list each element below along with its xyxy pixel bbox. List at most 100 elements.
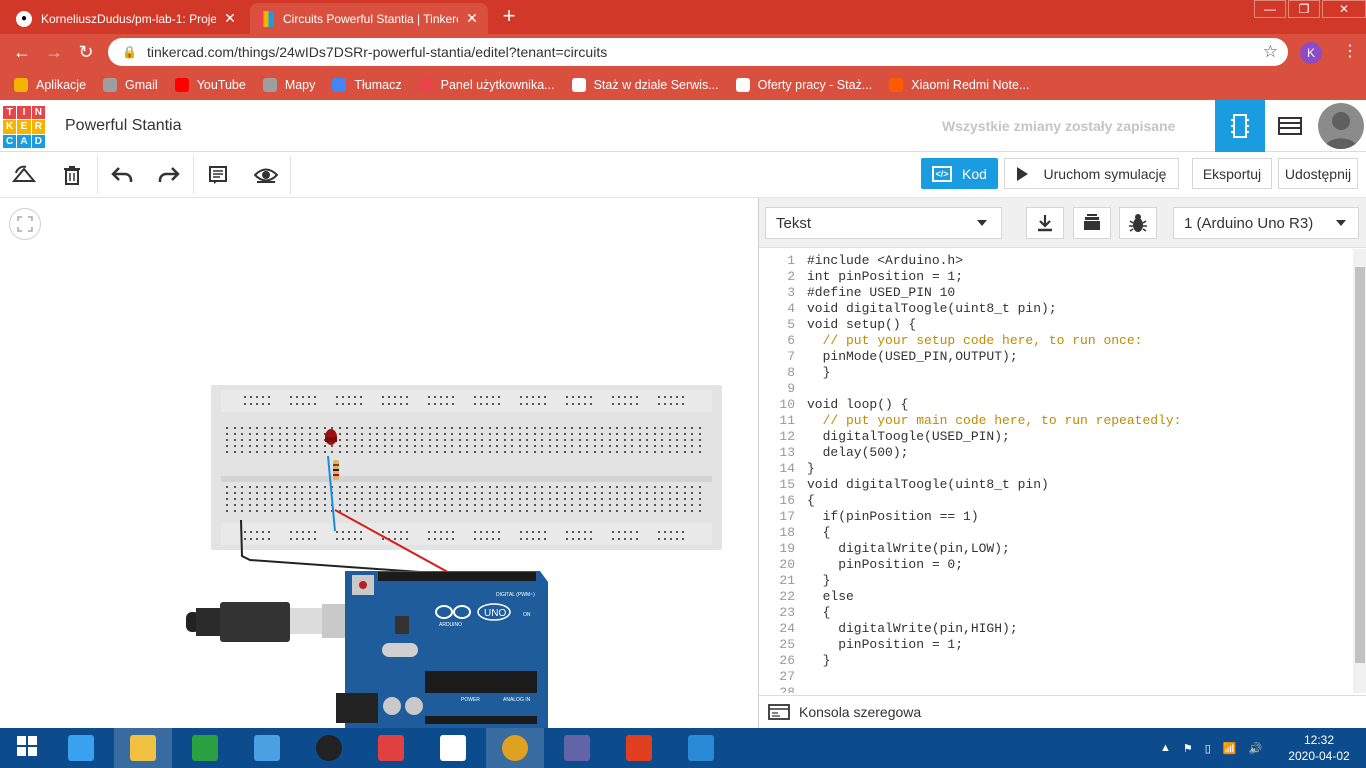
code-line[interactable]: pinPosition = 0; <box>807 557 1181 573</box>
code-line[interactable]: pinPosition = 1; <box>807 637 1181 653</box>
serial-console-toggle[interactable]: Konsola szeregowa <box>759 695 1366 728</box>
code-line[interactable]: int pinPosition = 1; <box>807 269 1181 285</box>
notes-button[interactable] <box>204 161 232 189</box>
bookmark-item[interactable]: Gmail <box>103 78 158 92</box>
volume-icon[interactable]: 🔊 <box>1249 742 1263 755</box>
taskbar-app[interactable] <box>362 728 420 768</box>
bookmark-item[interactable]: YouTube <box>174 78 246 92</box>
profile-avatar[interactable]: K <box>1300 42 1322 64</box>
code-editor[interactable]: 1 2 3 4 5 6 7 8 9 10 11 12 13 14 15 16 17 18 19 20 21 22 23 24 2… <box>759 249 1353 693</box>
taskbar-app[interactable] <box>672 728 730 768</box>
taskbar-app[interactable] <box>0 728 58 768</box>
code-editor-scrollbar[interactable] <box>1353 249 1366 693</box>
rotate-button[interactable] <box>10 161 38 189</box>
code-line[interactable] <box>807 685 1181 693</box>
bookmark-item[interactable]: Oferty pracy - Staż... <box>735 78 872 92</box>
code-line[interactable]: void digitalToogle(uint8_t pin) <box>807 477 1181 493</box>
export-button[interactable]: Eksportuj <box>1192 158 1272 189</box>
tinkercad-logo[interactable]: TINKERCAD <box>3 106 45 148</box>
debugger-button[interactable] <box>1119 207 1157 239</box>
bookmark-item[interactable]: Panel użytkownika... <box>418 78 555 92</box>
taskbar-app[interactable] <box>114 728 172 768</box>
code-line[interactable]: digitalToogle(USED_PIN); <box>807 429 1181 445</box>
close-tab-icon[interactable]: ✕ <box>464 10 480 27</box>
code-line[interactable]: { <box>807 605 1181 621</box>
libraries-button[interactable] <box>1073 207 1111 239</box>
code-line[interactable] <box>807 381 1181 397</box>
code-line[interactable]: digitalWrite(pin,LOW); <box>807 541 1181 557</box>
scrollbar-thumb[interactable] <box>1355 267 1365 663</box>
browser-tab-github[interactable]: ● KorneliuszDudus/pm-lab-1: Proje ✕ <box>8 3 246 34</box>
tray-up-icon[interactable]: ▲ <box>1160 742 1171 754</box>
schematic-view-button[interactable] <box>1265 100 1315 152</box>
system-clock[interactable]: 12:32 2020-04-02 <box>1286 732 1352 764</box>
bookmark-item[interactable]: Mapy <box>262 78 315 92</box>
taskbar-app[interactable] <box>176 728 234 768</box>
code-line[interactable]: delay(500); <box>807 445 1181 461</box>
bookmark-item[interactable]: Aplikacje <box>14 78 86 92</box>
back-icon[interactable]: ← <box>10 40 34 64</box>
code-line[interactable]: { <box>807 493 1181 509</box>
circuit-view-button[interactable] <box>1215 100 1265 152</box>
code-line[interactable]: if(pinPosition == 1) <box>807 509 1181 525</box>
taskbar-app[interactable] <box>610 728 668 768</box>
start-simulation-button[interactable]: Uruchom symulację <box>1004 158 1179 189</box>
code-line[interactable] <box>807 669 1181 685</box>
taskbar-app[interactable] <box>548 728 606 768</box>
code-line[interactable]: // put your main code here, to run repea… <box>807 413 1182 429</box>
code-mode-select[interactable]: Tekst <box>765 207 1002 239</box>
code-lines[interactable]: #include <Arduino.h> int pinPosition = 1;… <box>807 253 1181 693</box>
taskbar-app[interactable] <box>424 728 482 768</box>
redo-button[interactable] <box>155 161 183 189</box>
code-line[interactable]: #define USED_PIN 10 <box>807 285 1181 301</box>
browser-tab-tinkercad[interactable]: Circuits Powerful Stantia | Tinkerc ✕ <box>250 3 488 34</box>
code-line[interactable]: void loop() { <box>807 397 1181 413</box>
code-line[interactable]: pinMode(USED_PIN,OUTPUT); <box>807 349 1181 365</box>
taskbar-app[interactable] <box>52 728 110 768</box>
flag-icon[interactable]: ⚑ <box>1183 742 1193 755</box>
code-line[interactable]: // put your setup code here, to run once… <box>807 333 1181 349</box>
reload-icon[interactable]: ↻ <box>74 40 98 64</box>
circuit-canvas[interactable]: DIGITAL (PWM~) ARDUINO UNO ON POWER ANAL… <box>0 198 758 728</box>
bookmark-item[interactable]: Staż w dziale Serwis... <box>571 78 719 92</box>
code-button[interactable]: </> Kod <box>921 158 998 189</box>
project-title[interactable]: Powerful Stantia <box>65 117 182 135</box>
close-window-button[interactable]: ✕ <box>1322 0 1366 18</box>
new-tab-button[interactable]: + <box>498 5 520 28</box>
undo-button[interactable] <box>108 161 136 189</box>
taskbar-app[interactable] <box>238 728 296 768</box>
code-line[interactable]: } <box>807 653 1181 669</box>
led[interactable] <box>325 429 337 445</box>
share-button[interactable]: Udostępnij <box>1278 158 1358 189</box>
resistor[interactable] <box>333 460 339 480</box>
code-line[interactable]: void setup() { <box>807 317 1181 333</box>
code-line[interactable]: { <box>807 525 1181 541</box>
bookmark-item[interactable]: Xiaomi Redmi Note... <box>889 78 1029 92</box>
code-line[interactable]: } <box>807 573 1181 589</box>
close-tab-icon[interactable]: ✕ <box>222 10 238 27</box>
url-field[interactable]: 🔒 tinkercad.com/things/24wIDs7DSRr-power… <box>108 38 1288 66</box>
browser-menu-icon[interactable]: ⋮ <box>1340 40 1360 64</box>
maximize-button[interactable]: ❐ <box>1288 0 1320 18</box>
taskbar-app[interactable] <box>300 728 358 768</box>
code-line[interactable]: } <box>807 365 1181 381</box>
arduino-uno-board[interactable]: DIGITAL (PWM~) ARDUINO UNO ON POWER ANAL… <box>336 571 548 728</box>
visibility-button[interactable] <box>252 161 280 189</box>
user-avatar[interactable] <box>1318 103 1364 149</box>
breadboard[interactable] <box>211 385 722 550</box>
code-line[interactable]: else <box>807 589 1181 605</box>
board-select[interactable]: 1 (Arduino Uno R3) <box>1173 207 1359 239</box>
code-line[interactable]: } <box>807 461 1181 477</box>
forward-icon[interactable]: → <box>42 40 66 64</box>
code-line[interactable]: void digitalToogle(uint8_t pin); <box>807 301 1181 317</box>
bookmark-item[interactable]: Tłumacz <box>332 78 402 92</box>
taskbar-app[interactable] <box>486 728 544 768</box>
code-line[interactable]: #include <Arduino.h> <box>807 253 1181 269</box>
network-icon[interactable]: 📶 <box>1223 742 1237 755</box>
code-line[interactable]: digitalWrite(pin,HIGH); <box>807 621 1181 637</box>
battery-icon[interactable]: ▯ <box>1205 742 1211 755</box>
star-icon[interactable]: ☆ <box>1263 42 1278 62</box>
delete-button[interactable] <box>58 161 86 189</box>
download-code-button[interactable] <box>1026 207 1064 239</box>
minimize-button[interactable]: — <box>1254 0 1286 18</box>
